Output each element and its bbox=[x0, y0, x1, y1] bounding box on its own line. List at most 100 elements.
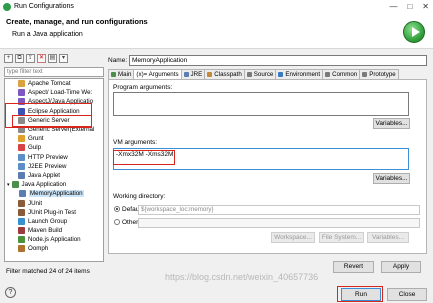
config-type-icon bbox=[19, 190, 26, 198]
tab-label: Prototype bbox=[369, 71, 396, 78]
config-type-icon bbox=[18, 208, 25, 216]
tab-icon bbox=[207, 72, 213, 77]
close-button[interactable]: Close bbox=[387, 288, 427, 301]
run-button-highlight bbox=[337, 286, 383, 302]
file-system-button[interactable]: File System... bbox=[319, 232, 364, 243]
tree-item-label: Maven Build bbox=[28, 227, 63, 235]
tab-label: (x)= Arguments bbox=[136, 71, 179, 78]
minimize-button[interactable]: — bbox=[389, 2, 397, 11]
help-icon[interactable]: ? bbox=[5, 287, 16, 298]
header-title: Create, manage, and run configurations bbox=[6, 17, 148, 26]
tree-item-label: Aspect/ Load-Time We: bbox=[28, 89, 93, 97]
export-config-icon[interactable]: ⇪ bbox=[26, 54, 35, 63]
tab-icon bbox=[362, 72, 368, 77]
tab-icon bbox=[183, 72, 189, 77]
other-dir-field[interactable] bbox=[138, 218, 420, 228]
tab-label: Classpath bbox=[214, 71, 242, 78]
tab-label: Main bbox=[118, 71, 132, 78]
tree-item-label: Grunt bbox=[28, 135, 44, 143]
revert-button[interactable]: Revert bbox=[333, 261, 374, 273]
tree-item[interactable]: Apache Tomcat bbox=[5, 79, 103, 88]
tab-icon bbox=[111, 72, 116, 77]
maximize-button[interactable]: □ bbox=[407, 2, 412, 11]
program-variables-button[interactable]: Variables... bbox=[373, 118, 410, 129]
duplicate-config-icon[interactable]: ⧉ bbox=[15, 54, 24, 63]
tree-item-label: Java Application bbox=[21, 181, 67, 189]
tree-item[interactable]: Node.js Application bbox=[5, 235, 103, 244]
header-subtitle: Run a Java application bbox=[12, 31, 83, 38]
working-dir-label: Working directory: bbox=[113, 193, 166, 200]
memory-application-highlight bbox=[12, 115, 92, 127]
tree-item[interactable]: Grunt bbox=[5, 134, 103, 143]
workspace-button[interactable]: Workspace... bbox=[271, 232, 315, 243]
title-bar: Run Configurations — □ ✕ bbox=[0, 0, 433, 13]
other-radio[interactable] bbox=[114, 219, 120, 225]
config-type-icon bbox=[18, 153, 25, 161]
tab-icon bbox=[325, 72, 331, 77]
tree-item-label: JUnit Plug-in Test bbox=[28, 208, 77, 216]
expand-arrow-icon[interactable]: ▾ bbox=[7, 182, 10, 188]
tree-item[interactable]: Java Applet bbox=[5, 171, 103, 180]
vm-args-label: VM arguments: bbox=[113, 139, 158, 146]
tab-label: Environment bbox=[285, 71, 321, 78]
run-banner-icon bbox=[403, 21, 425, 43]
name-input[interactable]: MemoryApplication bbox=[129, 55, 427, 66]
dialog-header: Create, manage, and run configurations R… bbox=[0, 13, 433, 49]
config-type-icon bbox=[18, 144, 25, 152]
tab-icon bbox=[246, 72, 252, 77]
config-type-icon bbox=[18, 217, 25, 225]
tree-item-label: Java Applet bbox=[28, 171, 60, 179]
tree-item[interactable]: Maven Build bbox=[5, 226, 103, 235]
tree-item-label: Apache Tomcat bbox=[28, 80, 71, 88]
tree-item-label: J2EE Preview bbox=[28, 162, 67, 170]
working-dir-variables-button[interactable]: Variables... bbox=[367, 232, 409, 243]
tree-item-label: Gulp bbox=[28, 144, 42, 152]
config-type-icon bbox=[18, 89, 25, 97]
apply-button[interactable]: Apply bbox=[381, 261, 421, 273]
config-toolbar: + ⧉ ⇪ ✕ ▤ ▾ bbox=[4, 54, 68, 66]
tree-item[interactable]: JUnit bbox=[5, 198, 103, 207]
filter-config-icon[interactable]: ▾ bbox=[59, 54, 68, 63]
config-type-icon bbox=[18, 236, 25, 244]
tree-item[interactable]: Aspect/ Load-Time We: bbox=[5, 88, 103, 97]
name-label: Name: bbox=[108, 57, 128, 64]
tree-item[interactable]: MemoryApplication bbox=[5, 189, 103, 198]
tree-item-label: Launch Group bbox=[28, 217, 68, 225]
config-type-icon bbox=[18, 135, 25, 143]
config-type-icon bbox=[18, 245, 25, 253]
tree-item[interactable]: Gulp bbox=[5, 143, 103, 152]
tree-item[interactable]: HTTP Preview bbox=[5, 153, 103, 162]
collapse-all-icon[interactable]: ▤ bbox=[48, 54, 57, 63]
tree-item-label: Node.js Application bbox=[28, 236, 81, 244]
new-config-icon[interactable]: + bbox=[4, 54, 13, 63]
config-type-icon bbox=[11, 181, 19, 189]
tab-icon bbox=[278, 72, 284, 77]
window-title: Run Configurations bbox=[14, 3, 74, 10]
eclipse-icon bbox=[3, 2, 11, 11]
tree-item[interactable]: JUnit Plug-in Test bbox=[5, 208, 103, 217]
default-dir-field: ${workspace_loc:memory} bbox=[138, 205, 420, 215]
config-type-icon bbox=[18, 80, 25, 88]
config-type-icon bbox=[18, 162, 25, 170]
tree-item[interactable]: ▾ Java Application bbox=[5, 180, 103, 189]
program-args-input[interactable] bbox=[113, 92, 409, 116]
tree-item-label: HTTP Preview bbox=[28, 153, 68, 161]
delete-config-icon[interactable]: ✕ bbox=[37, 54, 46, 63]
default-radio[interactable] bbox=[114, 206, 120, 212]
filter-input[interactable]: type filter text bbox=[4, 67, 104, 77]
tree-item[interactable]: J2EE Preview bbox=[5, 162, 103, 171]
watermark: https://blog.csdn.net/weixin_40657736 bbox=[165, 272, 319, 282]
vm-variables-button[interactable]: Variables... bbox=[373, 173, 410, 184]
close-window-button[interactable]: ✕ bbox=[422, 2, 429, 11]
program-args-label: Program arguments: bbox=[113, 84, 173, 91]
filter-status: Filter matched 24 of 24 items bbox=[6, 268, 90, 275]
tree-item[interactable]: Oomph bbox=[5, 244, 103, 253]
tree-item-label: Oomph bbox=[28, 245, 49, 253]
vm-args-highlight bbox=[113, 150, 175, 165]
tab-label: Common bbox=[332, 71, 358, 78]
config-type-icon bbox=[18, 171, 25, 179]
tab-label: JRE bbox=[190, 71, 203, 78]
tree-item[interactable]: Launch Group bbox=[5, 217, 103, 226]
tree-item-label: JUnit bbox=[28, 199, 43, 207]
config-type-icon bbox=[18, 227, 25, 235]
